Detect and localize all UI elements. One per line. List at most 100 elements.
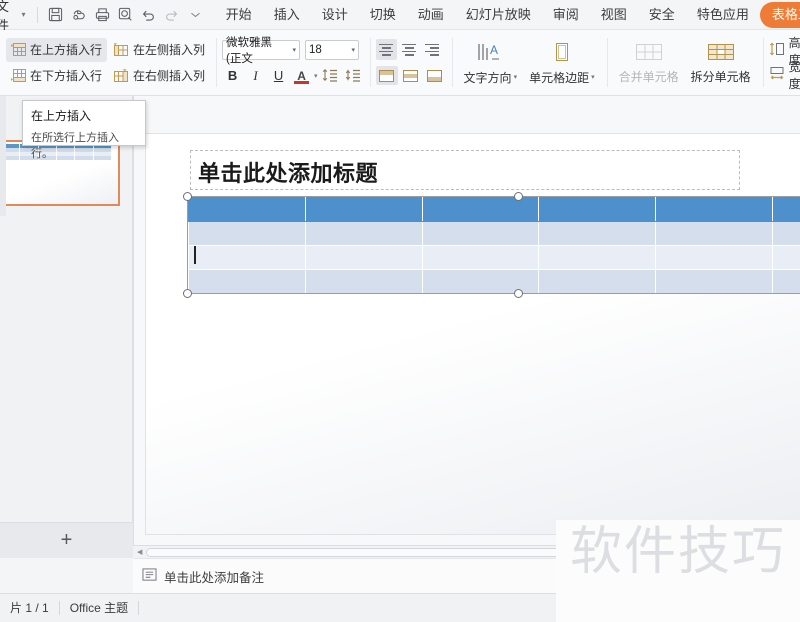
text-direction-label: 文字方向 [463,70,512,85]
redo-icon[interactable] [160,2,183,28]
ribbon-group-font: 微软雅黑 (正文 ▾ 18 ▾ B I U A ▾ [216,30,370,95]
table-grid[interactable] [188,197,800,294]
insert-column-right-button[interactable]: 在右侧插入列 [109,64,210,88]
cell-margin-button[interactable]: 单元格边距 ▾ [523,35,601,91]
slide-canvas[interactable]: 单击此处添加标题 [146,134,800,534]
notes-placeholder[interactable]: 单击此处添加备注 [164,567,264,586]
table-row[interactable] [188,245,800,270]
text-direction-icon: A [476,40,504,67]
undo-icon[interactable] [137,2,160,28]
font-name-combo[interactable]: 微软雅黑 (正文 ▾ [222,37,301,65]
chevron-down-icon[interactable]: ▾ [314,72,318,80]
table-cell[interactable] [304,221,423,246]
insert-row-below-icon [11,69,26,82]
table-cell[interactable] [538,269,657,294]
table-cell[interactable] [772,197,800,222]
merge-cells-button: 合并单元格 [613,35,685,91]
theme-name[interactable]: Office 主题 [60,594,138,622]
align-middle-button[interactable] [400,66,422,85]
save-icon[interactable] [44,2,67,28]
line-spacing-increase-button[interactable] [343,65,364,86]
chevron-down-icon: ▾ [513,74,518,81]
cloud-sync-icon[interactable] [68,2,91,28]
table-cell[interactable] [304,197,423,222]
align-top-button[interactable] [375,66,398,85]
print-icon[interactable] [91,2,114,28]
tab-featured-apps[interactable]: 特色应用 [686,2,760,28]
tab-design[interactable]: 设计 [311,2,359,28]
table-cell[interactable] [421,197,540,222]
table-cell[interactable] [772,221,800,246]
plus-icon: + [60,529,73,551]
table-cell[interactable] [188,221,306,246]
table-row[interactable] [188,221,800,246]
merge-cells-label: 合并单元格 [618,69,679,84]
chevron-down-icon: ▾ [591,74,595,81]
table-cell[interactable] [772,269,800,294]
table-cell[interactable] [655,269,774,294]
text-direction-button[interactable]: A 文字方向 ▾ [458,35,524,91]
table-cell-active[interactable] [188,245,306,270]
resize-handle-top-left[interactable] [183,192,192,201]
print-preview-icon[interactable] [114,2,137,28]
file-menu-button[interactable]: 文件 ▾ [0,0,31,33]
slide-table[interactable] [183,192,800,298]
insert-row-below-button[interactable]: 在下方插入行 [6,64,107,88]
font-color-button[interactable]: A [291,65,312,86]
table-cell[interactable] [772,245,800,270]
chevron-down-icon: ▾ [351,46,356,54]
column-width-label: 宽度: [788,59,800,91]
merge-cells-icon [634,41,664,66]
tab-transitions[interactable]: 切换 [359,2,407,28]
wps-presentation-window: 文件 ▾ 开始 插入 设计 切换 动画 幻灯片放映 审阅 视图 安全 特色应用 … [0,0,800,622]
align-right-button[interactable] [422,39,443,60]
insert-row-above-button[interactable]: 在上方插入行 [6,37,108,62]
table-cell[interactable] [304,269,423,294]
table-cell[interactable] [538,221,657,246]
table-cell[interactable] [188,197,306,222]
table-cell[interactable] [655,245,774,270]
table-cell[interactable] [421,245,540,270]
add-slide-button[interactable]: + [0,522,133,558]
insert-row-above-label: 在上方插入行 [30,43,103,57]
resize-handle-top-center[interactable] [514,192,523,201]
align-left-button[interactable] [375,39,397,60]
customize-qat-icon[interactable] [183,2,206,28]
tab-view[interactable]: 视图 [590,2,638,28]
table-cell[interactable] [655,221,774,246]
insert-column-left-button[interactable]: 在左侧插入列 [109,38,210,62]
tab-insert[interactable]: 插入 [263,2,311,28]
table-cell[interactable] [538,245,657,270]
tab-table-tools[interactable]: 表格工具 [759,1,800,28]
table-cell[interactable] [188,269,306,294]
bold-button[interactable]: B [222,65,243,86]
table-header-row[interactable] [188,197,800,222]
italic-button[interactable]: I [245,65,266,86]
table-row[interactable] [188,269,800,294]
insert-row-above-icon [11,43,26,56]
line-spacing-decrease-button[interactable] [320,65,341,86]
table-cell[interactable] [421,221,540,246]
font-size-combo[interactable]: 18 ▾ [305,39,360,60]
align-center-button[interactable] [399,39,420,60]
tab-review[interactable]: 审阅 [542,2,590,28]
font-size-value: 18 [309,43,322,56]
split-cells-button[interactable]: 拆分单元格 [685,35,757,91]
underline-button[interactable]: U [268,65,289,86]
slide-editor-area: 单击此处添加标题 [133,96,800,558]
resize-handle-bottom-left[interactable] [183,289,192,298]
tab-slideshow[interactable]: 幻灯片放映 [455,2,542,28]
align-bottom-button[interactable] [424,66,446,85]
table-cell[interactable] [304,245,423,270]
tab-start[interactable]: 开始 [215,2,263,28]
table-cell[interactable] [655,197,774,222]
table-cell[interactable] [538,197,657,222]
text-cursor [194,246,196,264]
page-title[interactable]: 单击此处添加标题 [198,156,378,188]
split-cells-label: 拆分单元格 [690,69,751,84]
tab-animations[interactable]: 动画 [407,2,455,28]
resize-handle-bottom-center[interactable] [514,289,523,298]
tab-security[interactable]: 安全 [638,2,686,28]
watermark-text: 软件技巧 [569,522,786,582]
scroll-left-icon[interactable]: ◀ [137,548,142,556]
